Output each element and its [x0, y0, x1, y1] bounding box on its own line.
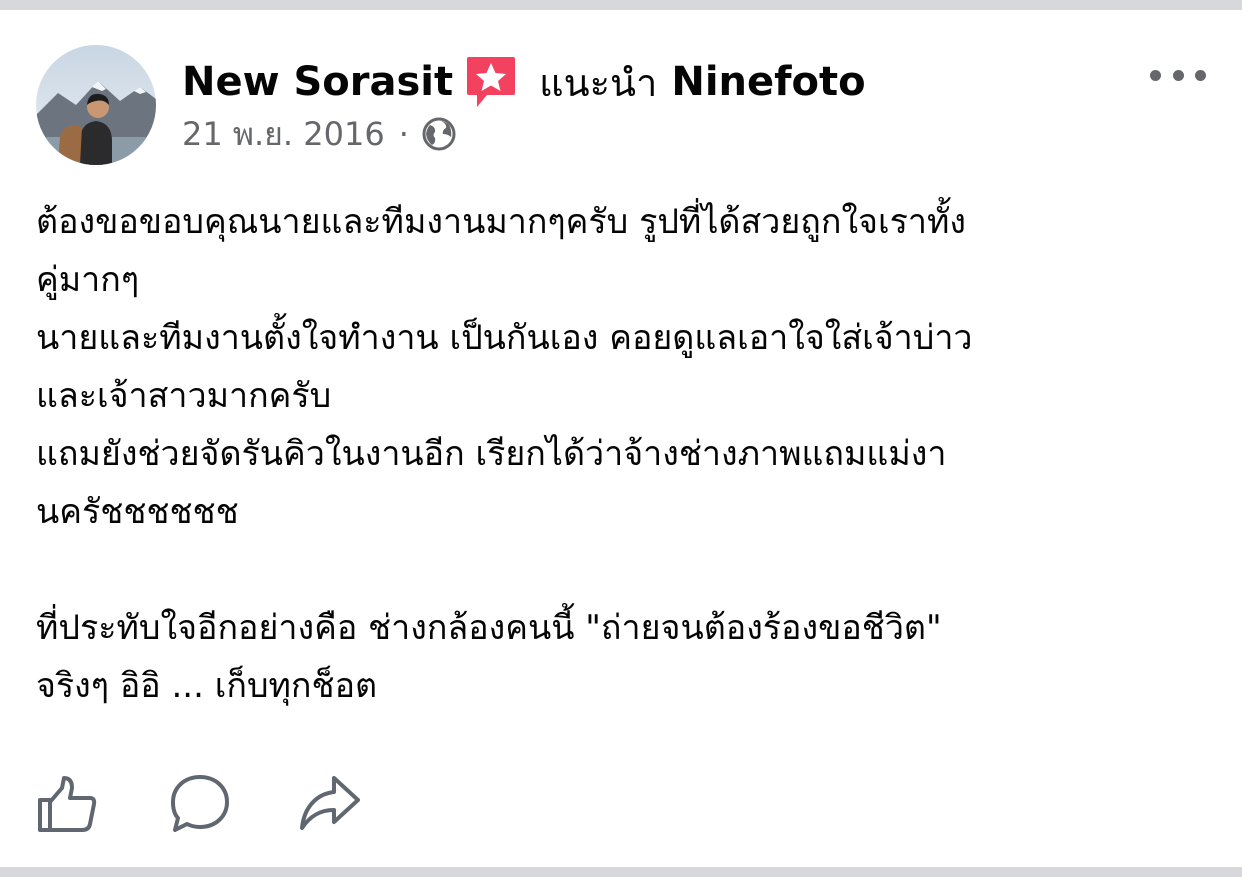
post-body: ต้องขอขอบคุณนายและทีมงานมากๆครับ รูปที่ไ… [36, 193, 1216, 715]
more-dot [1195, 69, 1206, 81]
comment-button[interactable] [168, 772, 232, 836]
post-header: New Sorasit แนะนำ Ninefoto [182, 52, 866, 112]
more-dot [1150, 69, 1161, 81]
more-options-button[interactable] [1150, 60, 1206, 90]
share-icon [298, 776, 362, 840]
post-text-line: นายและทีมงานตั้งใจทำงาน เป็นกันเอง คอยดู… [36, 318, 973, 358]
post-text-line: นครัชชชชชช [36, 492, 239, 532]
avatar[interactable] [36, 45, 156, 165]
globe-icon [421, 116, 457, 152]
post-text-line: และเจ้าสาวมากครับ [36, 376, 332, 416]
recommend-label: แนะนำ [539, 60, 658, 105]
top-divider [0, 0, 1242, 10]
meta-separator: · [398, 115, 409, 153]
bottom-divider [0, 867, 1242, 877]
post-text-line: ต้องขอขอบคุณนายและทีมงานมากๆครับ รูปที่ไ… [36, 202, 966, 242]
post-text-line: ที่ประทับใจอีกอย่างคือ ช่างกล้องคนนี้ "ถ… [36, 608, 942, 648]
like-button[interactable] [36, 772, 100, 836]
comment-icon [168, 775, 232, 840]
recommend-star-icon [465, 55, 517, 109]
post-text-line: คู่มากๆ [36, 260, 140, 300]
post-text-line: แถมยังช่วยจัดรันคิวในงานอีก เรียกได้ว่าจ… [36, 434, 947, 474]
like-icon [36, 776, 100, 840]
share-button[interactable] [298, 772, 362, 836]
page-name[interactable]: Ninefoto [671, 59, 865, 105]
more-dot [1172, 69, 1184, 81]
post-actions [36, 772, 376, 836]
post-date[interactable]: 21 พ.ย. 2016 [182, 109, 385, 160]
author-name[interactable]: New Sorasit [182, 59, 453, 105]
post-text-line: จริงๆ อิอิ ... เก็บทุกช็อต [36, 666, 378, 706]
post-blank-line [36, 541, 1216, 599]
post-meta: 21 พ.ย. 2016 · [182, 112, 457, 156]
